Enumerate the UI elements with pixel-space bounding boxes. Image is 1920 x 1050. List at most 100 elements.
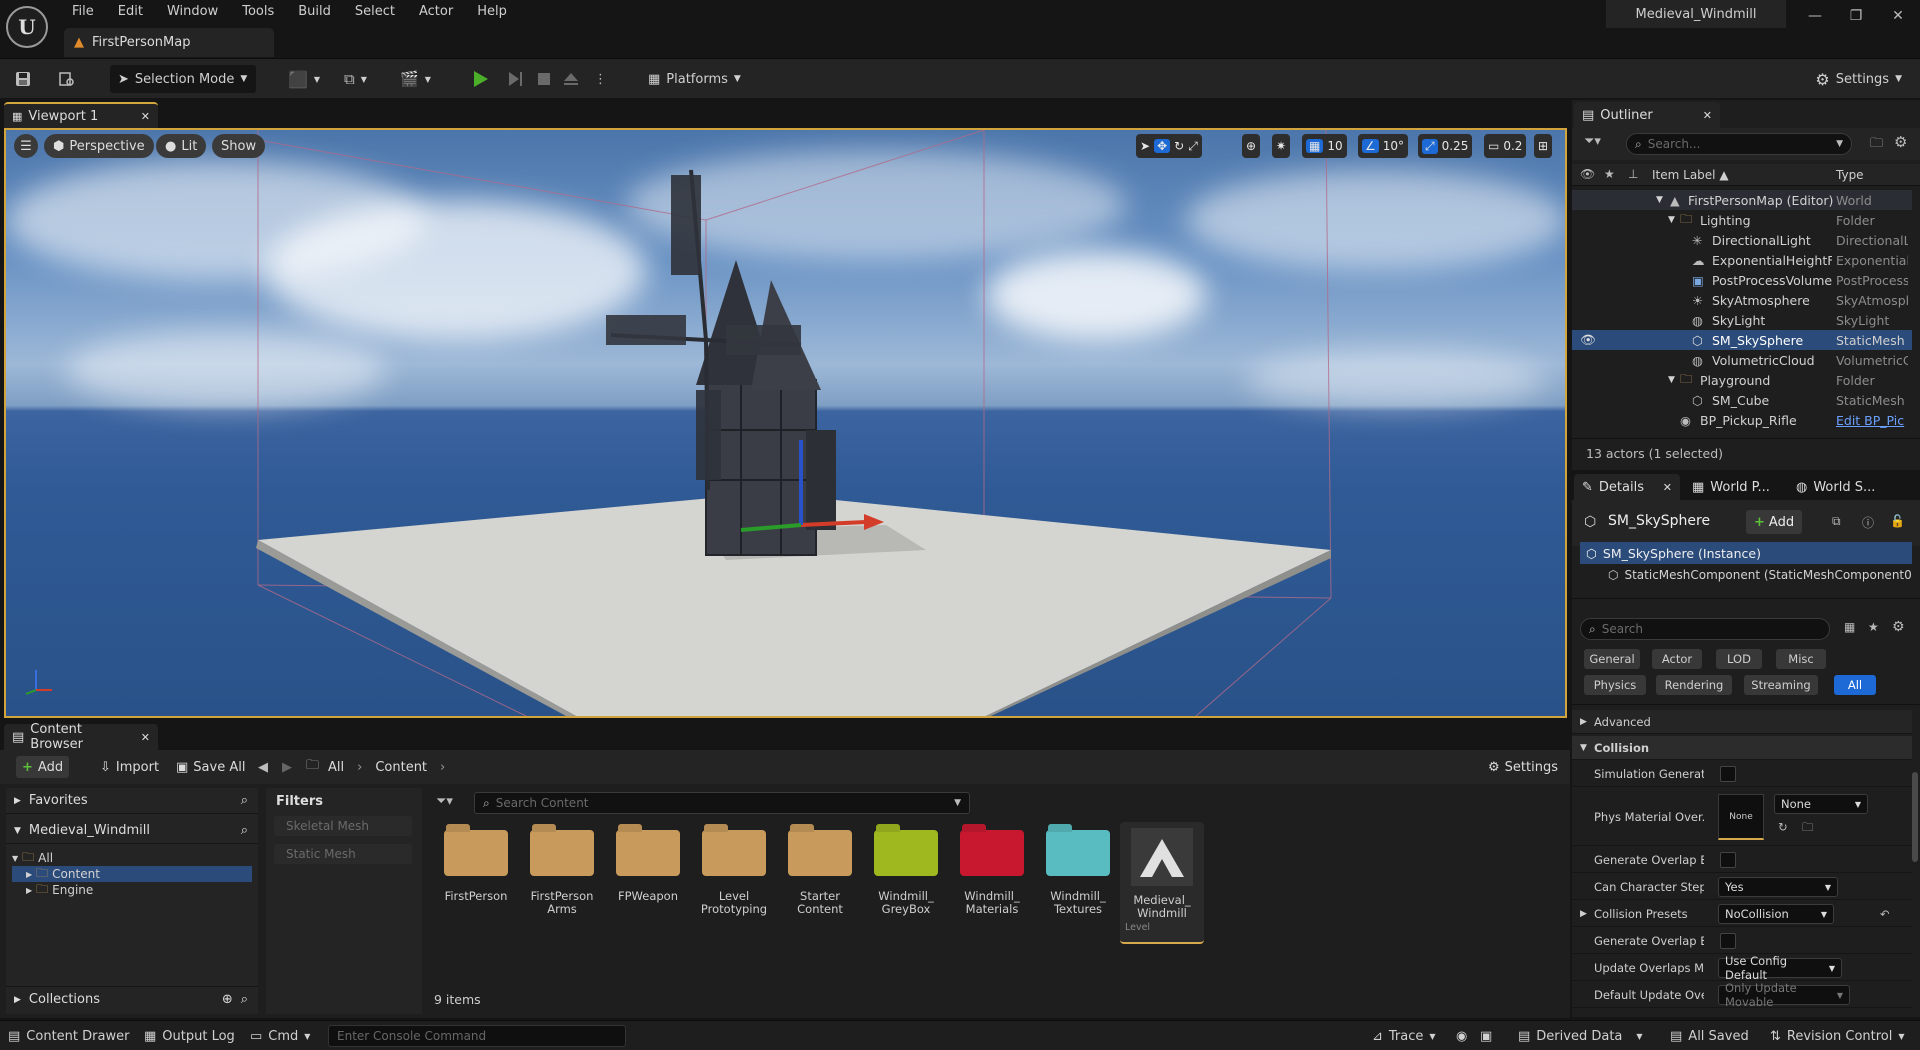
phys-material-combo[interactable]: None ▼ xyxy=(1774,794,1868,814)
menu-edit[interactable]: Edit xyxy=(106,0,155,24)
advanced-section-header[interactable]: ▶ Advanced xyxy=(1572,710,1912,734)
perspective-dropdown[interactable]: ⬢ Perspective xyxy=(44,134,154,158)
content-search-input[interactable]: ⌕ Search Content ▼ xyxy=(474,792,970,814)
breadcrumb-content[interactable]: Content xyxy=(375,760,427,775)
star-icon[interactable]: ★ xyxy=(1868,620,1879,634)
gear-icon[interactable]: ⚙ xyxy=(1894,133,1907,151)
can-step-combo[interactable]: Yes ▼ xyxy=(1718,877,1838,897)
reset-to-default-icon[interactable]: ↶ xyxy=(1880,907,1890,921)
unreal-logo-icon[interactable]: U xyxy=(6,6,48,48)
rotation-snap-toggle[interactable]: ∠ 10° xyxy=(1358,134,1409,158)
item-label-column-header[interactable]: Item Label ▲ xyxy=(1652,168,1729,182)
folder-asset-tile[interactable]: Level Prototyping xyxy=(692,822,776,938)
visibility-icon[interactable]: 👁 xyxy=(1580,332,1596,348)
details-tab[interactable]: ✎ Details ✕ xyxy=(1574,474,1680,500)
gear-icon[interactable]: ⚙ xyxy=(1892,619,1905,635)
folder-asset-tile[interactable]: Windmill_ Textures xyxy=(1036,822,1120,938)
outliner-row-selected[interactable]: 👁 ⬡ SM_SkySphere StaticMesh xyxy=(1572,330,1912,350)
output-log-button[interactable]: ▦ Output Log xyxy=(144,1025,235,1047)
select-icon[interactable]: ➤ xyxy=(1140,139,1150,153)
outliner-search-input[interactable]: ⌕ Search... ▼ xyxy=(1626,133,1852,155)
content-settings-button[interactable]: ⚙ Settings xyxy=(1482,756,1564,778)
collision-section-header[interactable]: ▼ Collision xyxy=(1572,736,1912,760)
generate-overlap-2-checkbox[interactable] xyxy=(1720,932,1736,949)
update-overlaps-combo[interactable]: Use Config Default ▼ xyxy=(1718,954,1842,982)
filter-lod-button[interactable]: LOD xyxy=(1716,649,1762,669)
outliner-row[interactable]: ⬡ SM_Cube StaticMesh xyxy=(1572,390,1912,410)
close-icon[interactable]: ✕ xyxy=(1663,481,1672,494)
settings-dropdown[interactable]: ⚙ Settings ▼ xyxy=(1807,65,1910,93)
outliner-row[interactable]: ◍ SkyLight SkyLight xyxy=(1572,310,1912,330)
add-content-button[interactable]: + Add xyxy=(16,756,70,778)
filter-all-button[interactable]: All xyxy=(1834,675,1876,695)
menu-select[interactable]: Select xyxy=(343,0,407,24)
breadcrumb-all[interactable]: All xyxy=(328,760,344,775)
folder-asset-tile[interactable]: FirstPerson Arms xyxy=(520,822,604,938)
project-header[interactable]: ▼ Medieval_Windmill ⌕ xyxy=(6,818,258,844)
outliner-row[interactable]: ☁ ExponentialHeightFo ExponentialH xyxy=(1572,250,1912,270)
menu-actor[interactable]: Actor xyxy=(407,0,465,24)
outliner-row[interactable]: ☀ SkyAtmosphere SkyAtmosphe xyxy=(1572,290,1912,310)
actor-name-field[interactable]: SM_SkySphere xyxy=(1608,513,1710,529)
outliner-row[interactable]: ▼ ▲ FirstPersonMap (Editor) World xyxy=(1572,190,1912,210)
world-local-icon[interactable]: ⊕ xyxy=(1242,134,1261,158)
scale-snap-toggle[interactable]: ⤢ 0.25 xyxy=(1418,134,1473,158)
record-icon[interactable]: ◉ xyxy=(1456,1025,1467,1047)
tree-item-engine[interactable]: ▶ 🗀 Engine xyxy=(26,882,93,898)
snapshot-icon[interactable]: ▣ xyxy=(1480,1025,1492,1047)
camera-speed-button[interactable]: ▭ 0.2 xyxy=(1484,134,1527,158)
close-icon[interactable]: ✕ xyxy=(1878,0,1918,32)
outliner-row[interactable]: ▼ 🗀 Playground Folder xyxy=(1572,370,1912,390)
filter-skeletal-mesh[interactable]: Skeletal Mesh xyxy=(274,816,412,836)
surface-snap-icon[interactable]: ✷ xyxy=(1272,134,1291,158)
viewport-tab[interactable]: ▦ Viewport 1 ✕ xyxy=(4,102,158,128)
back-icon[interactable]: ◀ xyxy=(252,756,274,778)
browse-icon[interactable]: 🗀 xyxy=(1802,820,1814,839)
folder-asset-tile[interactable]: FirstPerson xyxy=(434,822,518,938)
menu-tools[interactable]: Tools xyxy=(230,0,286,24)
rotate-icon[interactable]: ↻ xyxy=(1174,139,1184,153)
content-drawer-button[interactable]: ▤ Content Drawer xyxy=(8,1025,129,1047)
blueprint-icon[interactable]: ⧉ xyxy=(1832,514,1841,529)
component-instance-row[interactable]: ⬡ SM_SkySphere (Instance) xyxy=(1580,542,1912,564)
close-icon[interactable]: ✕ xyxy=(141,731,150,744)
details-scrollbar[interactable] xyxy=(1912,772,1918,862)
folder-asset-tile[interactable]: Windmill_ Materials xyxy=(950,822,1034,938)
more-options-icon[interactable]: ⋮ xyxy=(594,65,607,93)
revision-control-dropdown[interactable]: ⇅ Revision Control ▼ xyxy=(1770,1025,1905,1047)
outliner-row[interactable]: ▼ 🗀 Lighting Folder xyxy=(1572,210,1912,230)
lit-dropdown[interactable]: ● Lit xyxy=(156,134,207,158)
show-dropdown[interactable]: Show xyxy=(212,134,266,158)
save-icon[interactable] xyxy=(14,65,32,93)
menu-file[interactable]: File xyxy=(60,0,106,24)
stop-button[interactable] xyxy=(536,65,552,93)
outliner-row[interactable]: ◍ VolumetricCloud VolumetricClo xyxy=(1572,350,1912,370)
step-button[interactable] xyxy=(506,65,524,93)
help-icon[interactable]: ⓘ xyxy=(1862,514,1874,531)
outliner-row[interactable]: ▣ PostProcessVolume PostProcessV xyxy=(1572,270,1912,290)
folder-asset-tile[interactable]: Windmill_ GreyBox xyxy=(864,822,948,938)
close-icon[interactable]: ✕ xyxy=(141,110,150,123)
collections-header[interactable]: ▶ Collections ⊕ ⌕ xyxy=(6,986,258,1012)
restore-icon[interactable]: ❐ xyxy=(1836,0,1876,32)
world-partition-tab[interactable]: ▦ World P... xyxy=(1684,474,1784,500)
menu-build[interactable]: Build xyxy=(286,0,343,24)
edit-blueprint-link[interactable]: Edit BP_Pic xyxy=(1836,413,1908,428)
level-viewport[interactable]: ☰ ⬢ Perspective ● Lit Show ➤ ✥ ↻ ⤢ ⊕ ✷ ▦… xyxy=(4,128,1567,718)
add-component-button[interactable]: + Add xyxy=(1746,510,1803,534)
component-row[interactable]: ⬡ StaticMeshComponent (StaticMeshCompone… xyxy=(1580,564,1912,586)
minimize-icon[interactable]: — xyxy=(1795,0,1835,32)
menu-window[interactable]: Window xyxy=(155,0,230,24)
level-asset-tile[interactable]: Medieval_ Windmill Level xyxy=(1120,822,1204,944)
filter-icon[interactable]: ⏷▾ xyxy=(436,794,453,809)
filter-icon[interactable]: ⏷▾ xyxy=(1584,134,1601,149)
outliner-row[interactable]: ✳ DirectionalLight DirectionalLi xyxy=(1572,230,1912,250)
browse-icon[interactable] xyxy=(58,65,76,93)
maximize-viewport-icon[interactable]: ⊞ xyxy=(1534,134,1553,158)
menu-help[interactable]: Help xyxy=(465,0,519,24)
folder-asset-tile[interactable]: Starter Content xyxy=(778,822,862,938)
filter-actor-button[interactable]: Actor xyxy=(1652,649,1702,669)
table-view-icon[interactable]: ▦ xyxy=(1844,620,1855,634)
generate-overlap-checkbox[interactable] xyxy=(1720,851,1736,868)
save-all-button[interactable]: ▣ Save All xyxy=(170,756,251,778)
